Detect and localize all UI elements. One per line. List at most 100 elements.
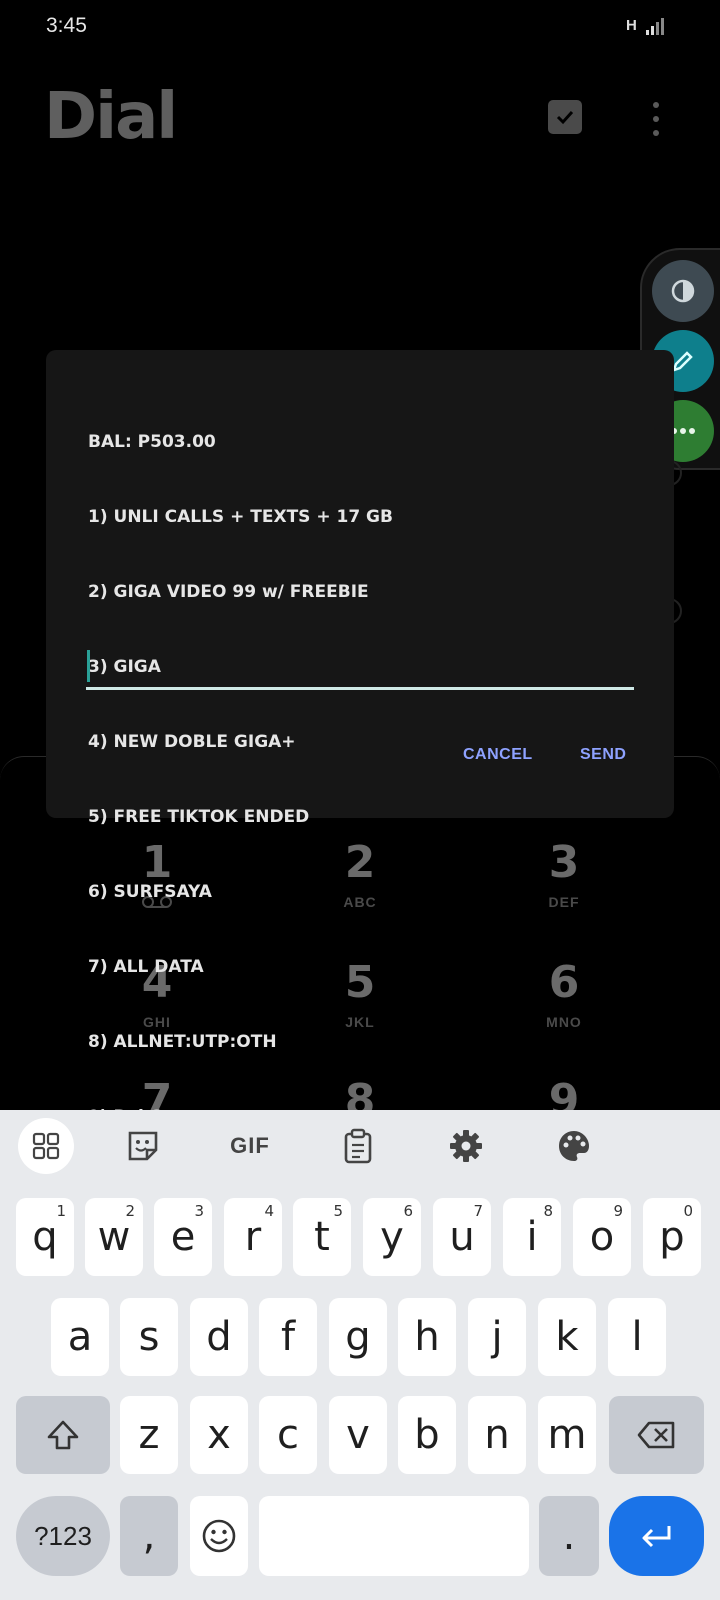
key-label: h (414, 1314, 440, 1360)
key-label: a (67, 1314, 93, 1360)
ussd-reply-input[interactable] (86, 648, 634, 690)
key-label: w (97, 1214, 131, 1260)
key-m[interactable]: m (538, 1396, 596, 1474)
symbols-key[interactable]: ?123 (16, 1496, 110, 1576)
gif-button[interactable]: GIF (222, 1118, 278, 1174)
ussd-line: 1) UNLI CALLS + TEXTS + 17 GB (88, 507, 393, 527)
enter-key[interactable] (609, 1496, 704, 1576)
key-r[interactable]: r4 (224, 1198, 282, 1276)
key-hint: 6 (403, 1202, 413, 1220)
key-l[interactable]: l (608, 1298, 666, 1376)
key-i[interactable]: i8 (503, 1198, 561, 1276)
cancel-button[interactable]: CANCEL (463, 746, 533, 764)
key-hint: 4 (264, 1202, 274, 1220)
shift-key[interactable] (16, 1396, 110, 1474)
key-j[interactable]: j (468, 1298, 526, 1376)
emoji-icon (202, 1519, 236, 1553)
text-caret (87, 650, 90, 682)
key-label: . (562, 1513, 576, 1559)
key-label: o (589, 1214, 615, 1260)
status-time: 3:45 (46, 14, 87, 37)
space-key[interactable] (259, 1496, 529, 1576)
key-hint: 7 (473, 1202, 483, 1220)
ussd-line: 8) ALLNET:UTP:OTH (88, 1032, 277, 1052)
key-o[interactable]: o9 (573, 1198, 631, 1276)
palette-icon (559, 1131, 589, 1161)
key-t[interactable]: t5 (293, 1198, 351, 1276)
contrast-button[interactable] (652, 260, 714, 322)
key-label: c (277, 1412, 299, 1458)
emoji-key[interactable] (190, 1496, 248, 1576)
key-n[interactable]: n (468, 1396, 526, 1474)
key-label: n (484, 1412, 510, 1458)
key-label: l (631, 1314, 643, 1360)
network-type: H (626, 17, 637, 34)
key-label: m (547, 1412, 587, 1458)
keyboard-toolbar: GIF (0, 1110, 720, 1186)
contrast-icon (671, 279, 695, 303)
ussd-dialog: BAL: P503.00 1) UNLI CALLS + TEXTS + 17 … (46, 350, 674, 1127)
key-f[interactable]: f (259, 1298, 317, 1376)
key-label: r (244, 1214, 262, 1260)
key-label: x (207, 1412, 231, 1458)
key-label: q (32, 1214, 58, 1260)
status-bar: 3:45 H (0, 0, 720, 56)
ussd-line: 5) FREE TIKTOK ENDED (88, 807, 310, 827)
key-u[interactable]: u7 (433, 1198, 491, 1276)
apps-grid-button[interactable] (18, 1118, 74, 1174)
theme-button[interactable] (546, 1118, 602, 1174)
key-x[interactable]: x (190, 1396, 248, 1474)
more-options-button[interactable] (640, 100, 672, 138)
sticker-button[interactable] (115, 1118, 171, 1174)
ussd-line: 6) SURFSAYA (88, 882, 212, 902)
clipboard-button[interactable] (330, 1118, 386, 1174)
key-v[interactable]: v (329, 1396, 387, 1474)
key-e[interactable]: e3 (154, 1198, 212, 1276)
key-label: k (555, 1314, 579, 1360)
ussd-line: BAL: P503.00 (88, 432, 216, 452)
comma-key[interactable]: , (120, 1496, 178, 1576)
clipboard-icon (344, 1128, 372, 1164)
key-k[interactable]: k (538, 1298, 596, 1376)
key-label: g (345, 1314, 371, 1360)
backspace-icon (637, 1421, 674, 1449)
period-key[interactable]: . (539, 1496, 599, 1576)
ussd-line: 4) NEW DOBLE GIGA+ (88, 732, 296, 752)
key-label: t (314, 1214, 330, 1260)
backspace-key[interactable] (609, 1396, 704, 1474)
key-label: j (491, 1314, 503, 1360)
key-z[interactable]: z (120, 1396, 178, 1474)
app-title: Dial (44, 80, 178, 154)
key-y[interactable]: y6 (363, 1198, 421, 1276)
key-hint: 8 (543, 1202, 553, 1220)
key-h[interactable]: h (398, 1298, 456, 1376)
ussd-line: 7) ALL DATA (88, 957, 204, 977)
key-c[interactable]: c (259, 1396, 317, 1474)
key-b[interactable]: b (398, 1396, 456, 1474)
key-hint: 3 (194, 1202, 204, 1220)
send-button[interactable]: SEND (580, 746, 626, 764)
key-hint: 1 (56, 1202, 66, 1220)
key-q[interactable]: q1 (16, 1198, 74, 1276)
key-label: y (380, 1214, 404, 1260)
key-p[interactable]: p0 (643, 1198, 701, 1276)
checkbox-icon (556, 110, 574, 125)
key-w[interactable]: w2 (85, 1198, 143, 1276)
key-d[interactable]: d (190, 1298, 248, 1376)
key-label: e (170, 1214, 196, 1260)
settings-button[interactable] (438, 1118, 494, 1174)
shift-icon (47, 1420, 79, 1450)
key-s[interactable]: s (120, 1298, 178, 1376)
key-g[interactable]: g (329, 1298, 387, 1376)
key-a[interactable]: a (51, 1298, 109, 1376)
key-label: s (138, 1314, 160, 1360)
select-mode-button[interactable] (548, 100, 582, 134)
ussd-line: 2) GIGA VIDEO 99 w/ FREEBIE (88, 582, 369, 602)
enter-icon (642, 1526, 670, 1548)
key-label: d (206, 1314, 232, 1360)
ussd-message: BAL: P503.00 1) UNLI CALLS + TEXTS + 17 … (88, 380, 648, 1180)
key-label: f (280, 1314, 296, 1360)
key-label: , (142, 1513, 156, 1559)
soft-keyboard: GIF q 1 w 2 e 3 r 4 t 5 y 6 u 7 i 8 o 9 … (0, 1110, 720, 1600)
symbols-label: ?123 (34, 1520, 92, 1551)
